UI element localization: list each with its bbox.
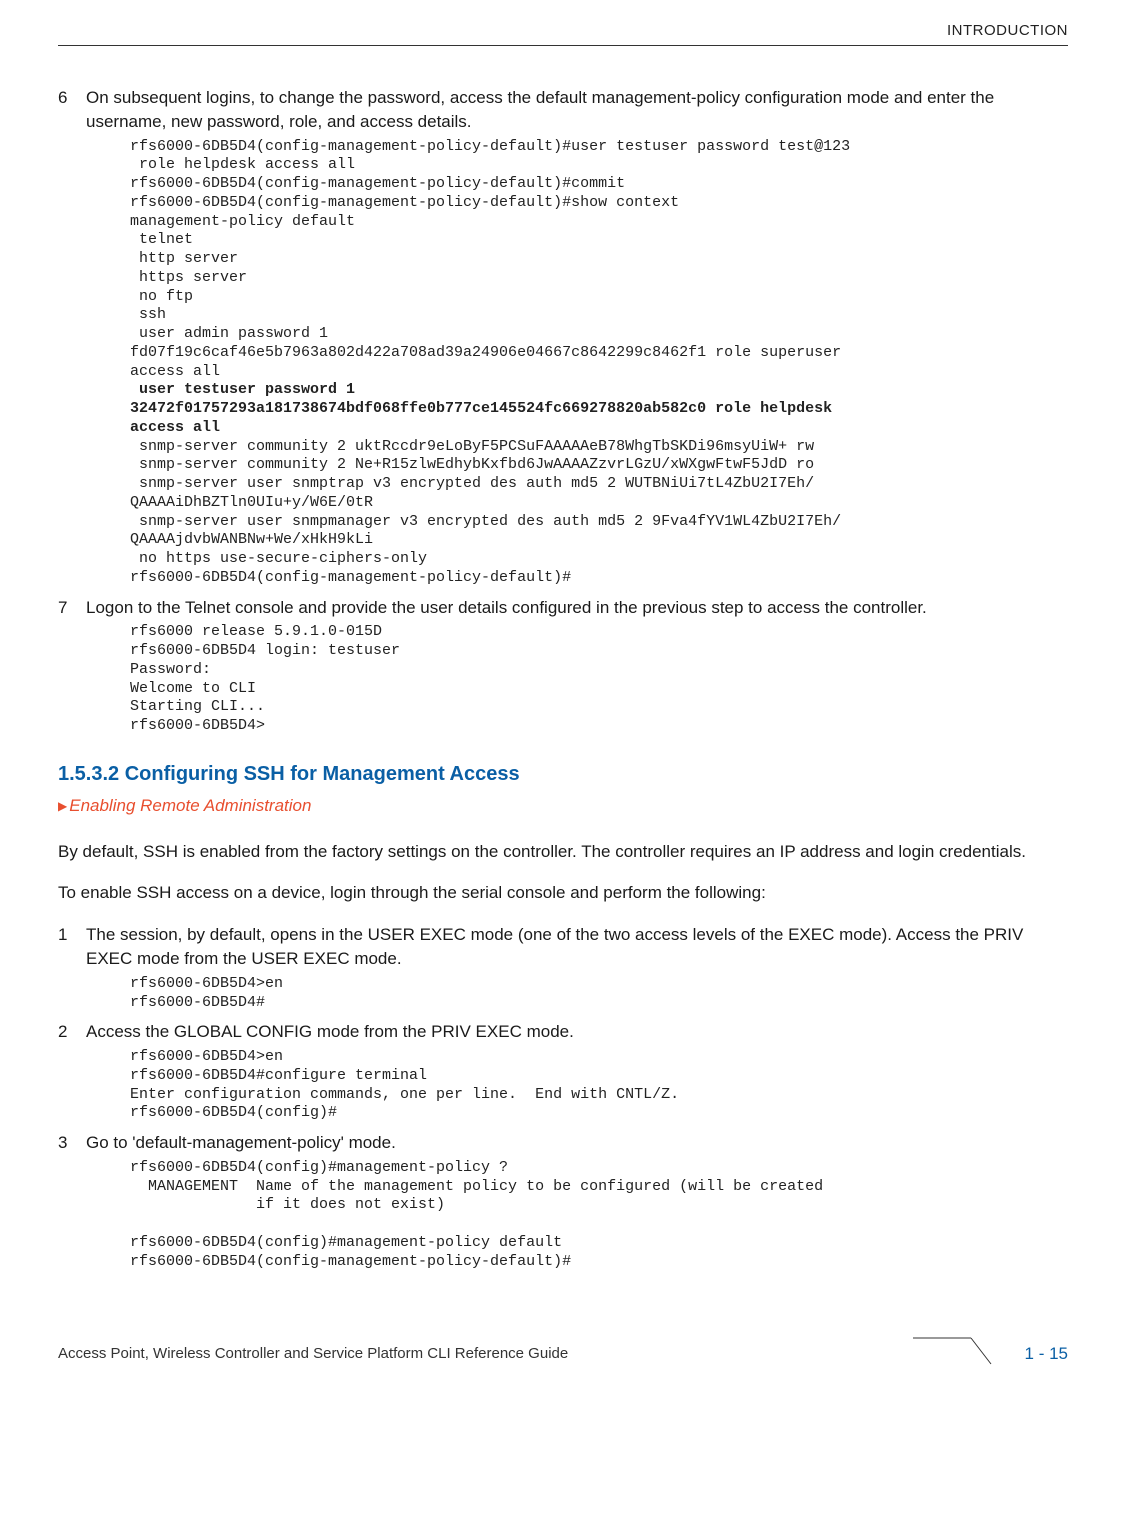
page-content: INTRODUCTION 6 On subsequent logins, to … <box>0 0 1126 1399</box>
step-2b: 2 Access the GLOBAL CONFIG mode from the… <box>58 1020 1068 1044</box>
header-rule <box>58 45 1068 46</box>
code-block: rfs6000-6DB5D4>en rfs6000-6DB5D4# <box>130 975 1068 1013</box>
step-text: Logon to the Telnet console and provide … <box>86 596 1068 620</box>
subsection-number: 1.5.3.2 <box>58 763 119 785</box>
step-6: 6 On subsequent logins, to change the pa… <box>58 86 1068 134</box>
footer-divider <box>584 1332 1002 1362</box>
step-text: On subsequent logins, to change the pass… <box>86 86 1068 134</box>
step-text: Access the GLOBAL CONFIG mode from the P… <box>86 1020 1068 1044</box>
code-text: rfs6000-6DB5D4(config-management-policy-… <box>130 138 850 380</box>
paragraph: By default, SSH is enabled from the fact… <box>58 840 1068 864</box>
step-number: 3 <box>58 1131 86 1155</box>
footer-page-number: 1 - 15 <box>1019 1330 1068 1366</box>
breadcrumb-arrow-icon: ▶ <box>58 799 67 813</box>
subsection-heading: 1.5.3.2 Configuring SSH for Management A… <box>58 760 1068 788</box>
code-block: rfs6000-6DB5D4(config)#management-policy… <box>130 1159 1068 1272</box>
step-1b: 1 The session, by default, opens in the … <box>58 923 1068 971</box>
footer-guide-title: Access Point, Wireless Controller and Se… <box>58 1331 568 1364</box>
page-footer: Access Point, Wireless Controller and Se… <box>58 1325 1068 1369</box>
step-7: 7 Logon to the Telnet console and provid… <box>58 596 1068 620</box>
code-block: rfs6000-6DB5D4>en rfs6000-6DB5D4#configu… <box>130 1048 1068 1123</box>
step-number: 6 <box>58 86 86 134</box>
breadcrumb-text: Enabling Remote Administration <box>69 796 311 815</box>
paragraph: To enable SSH access on a device, login … <box>58 881 1068 905</box>
code-block: rfs6000 release 5.9.1.0-015D rfs6000-6DB… <box>130 623 1068 736</box>
step-number: 1 <box>58 923 86 971</box>
step-number: 2 <box>58 1020 86 1044</box>
breadcrumb: ▶Enabling Remote Administration <box>58 794 1068 818</box>
subsection-title: Configuring SSH for Management Access <box>125 763 520 785</box>
code-text-after: snmp-server community 2 uktRccdr9eLoByF5… <box>130 438 841 586</box>
step-text: The session, by default, opens in the US… <box>86 923 1068 971</box>
running-header: INTRODUCTION <box>58 20 1068 45</box>
step-text: Go to 'default-management-policy' mode. <box>86 1131 1068 1155</box>
step-number: 7 <box>58 596 86 620</box>
code-text-bold: user testuser password 1 32472f01757293a… <box>130 381 841 436</box>
code-block: rfs6000-6DB5D4(config-management-policy-… <box>130 138 1068 588</box>
step-3b: 3 Go to 'default-management-policy' mode… <box>58 1131 1068 1155</box>
